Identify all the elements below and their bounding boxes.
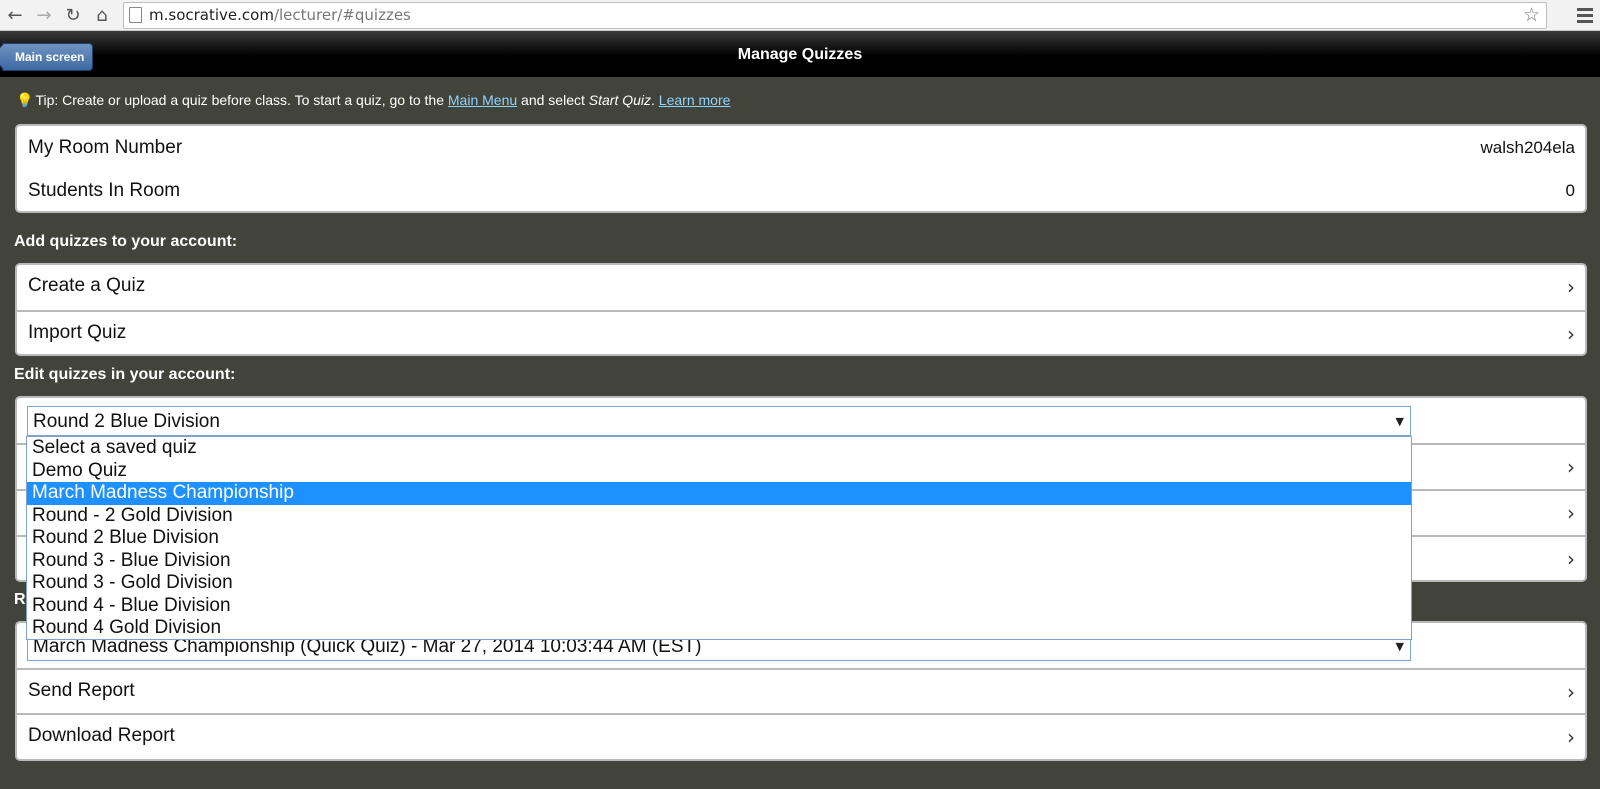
edit-quizzes-heading: Edit quizzes in your account: [14, 366, 236, 383]
download-report-label: Download Report [28, 725, 175, 746]
students-row: Students In Room 0 [17, 169, 1585, 213]
chevron-right-icon: › [1567, 547, 1575, 571]
main-screen-button[interactable]: Main screen [2, 43, 94, 71]
reports-card: March Madness Championship (Quick Quiz) … [15, 621, 1587, 761]
browser-toolbar: ← → ↻ ⌂ m.socrative.com/lecturer/#quizze… [0, 0, 1600, 31]
reports-heading: R [14, 591, 26, 608]
chevron-right-icon: › [1567, 275, 1575, 299]
create-quiz-row[interactable]: Create a Quiz › [17, 265, 1585, 310]
learn-more-link[interactable]: Learn more [659, 92, 731, 108]
chevron-right-icon: › [1567, 501, 1575, 525]
import-quiz-row[interactable]: Import Quiz › [17, 310, 1585, 356]
back-icon[interactable]: ← [4, 4, 26, 26]
quiz-select-value: Round 2 Blue Division [33, 411, 220, 432]
quiz-option[interactable]: Round 2 Blue Division [27, 527, 1411, 550]
quiz-option-highlighted[interactable]: March Madness Championship [27, 482, 1411, 505]
create-quiz-label: Create a Quiz [28, 275, 146, 296]
add-quizzes-card: Create a Quiz › Import Quiz › [15, 263, 1587, 356]
chevron-right-icon: › [1567, 455, 1575, 479]
download-report-row[interactable]: Download Report › [17, 713, 1585, 761]
students-label: Students In Room [28, 180, 181, 201]
room-info-card: My Room Number walsh204ela Students In R… [15, 124, 1587, 213]
url-text: m.socrative.com/lecturer/#quizzes [149, 6, 411, 24]
add-quizzes-heading: Add quizzes to your account: [14, 233, 238, 250]
reload-icon[interactable]: ↻ [62, 4, 84, 26]
page-icon [129, 7, 142, 23]
room-number-value: walsh204ela [1480, 138, 1575, 157]
dropdown-arrow-icon: ▼ [1395, 640, 1404, 653]
room-number-label: My Room Number [28, 137, 183, 158]
students-count: 0 [1565, 181, 1575, 200]
send-report-row[interactable]: Send Report › [17, 668, 1585, 715]
room-number-row: My Room Number walsh204ela [17, 126, 1585, 169]
quiz-dropdown-list: Select a saved quiz Demo Quiz March Madn… [26, 436, 1412, 640]
quiz-option[interactable]: Select a saved quiz [27, 437, 1411, 460]
chevron-right-icon: › [1567, 725, 1575, 749]
quiz-select[interactable]: Round 2 Blue Division ▼ [27, 406, 1411, 436]
quiz-option[interactable]: Round 3 - Blue Division [27, 550, 1411, 573]
page-title: Manage Quizzes [737, 46, 863, 63]
quiz-option[interactable]: Round 3 - Gold Division [27, 572, 1411, 595]
quiz-option[interactable]: Demo Quiz [27, 460, 1411, 483]
tip-text: 💡 Tip: Create or upload a quiz before cla… [16, 92, 731, 109]
chevron-right-icon: › [1567, 322, 1575, 346]
app-header: Main screen Manage Quizzes [0, 31, 1600, 77]
home-icon[interactable]: ⌂ [91, 4, 113, 26]
lightbulb-icon: 💡 [16, 93, 34, 109]
bookmark-star-icon[interactable]: ☆ [1523, 4, 1540, 26]
main-menu-link[interactable]: Main Menu [448, 92, 517, 108]
chevron-right-icon: › [1567, 680, 1575, 704]
import-quiz-label: Import Quiz [28, 322, 127, 343]
quiz-option[interactable]: Round - 2 Gold Division [27, 505, 1411, 528]
quiz-option[interactable]: Round 4 Gold Division [27, 617, 1411, 640]
forward-icon[interactable]: → [33, 4, 55, 26]
address-bar[interactable]: m.socrative.com/lecturer/#quizzes ☆ [123, 2, 1547, 29]
send-report-label: Send Report [28, 680, 135, 701]
menu-icon[interactable] [1577, 5, 1593, 25]
dropdown-arrow-icon: ▼ [1395, 415, 1404, 428]
quiz-option[interactable]: Round 4 - Blue Division [27, 595, 1411, 618]
